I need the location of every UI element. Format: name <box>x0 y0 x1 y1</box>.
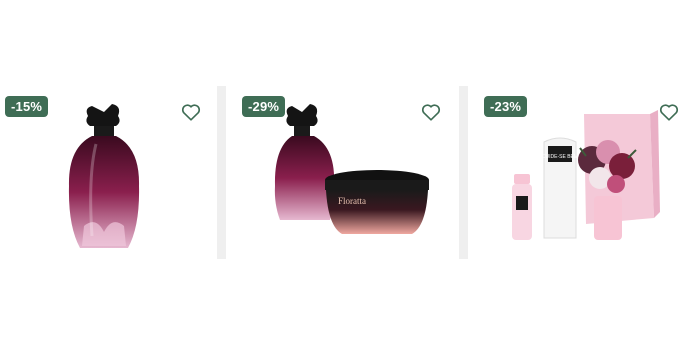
product-image[interactable]: Floratta <box>226 86 459 259</box>
product-image[interactable]: CUIDE-SE BEM <box>468 86 685 259</box>
product-card[interactable]: -23% CUIDE-SE BEM <box>468 86 685 259</box>
product-card[interactable]: -29% Floratta <box>226 86 459 259</box>
jar-brand-text: Floratta <box>338 196 366 206</box>
product-carousel: -15% -29% Floratta -23% CUIDE-SE BEM <box>0 86 685 259</box>
tube-brand-text: CUIDE-SE BEM <box>542 154 578 160</box>
product-card[interactable]: -15% <box>0 86 217 259</box>
product-image[interactable] <box>0 86 217 259</box>
card-divider <box>459 86 468 259</box>
card-divider <box>217 86 226 259</box>
